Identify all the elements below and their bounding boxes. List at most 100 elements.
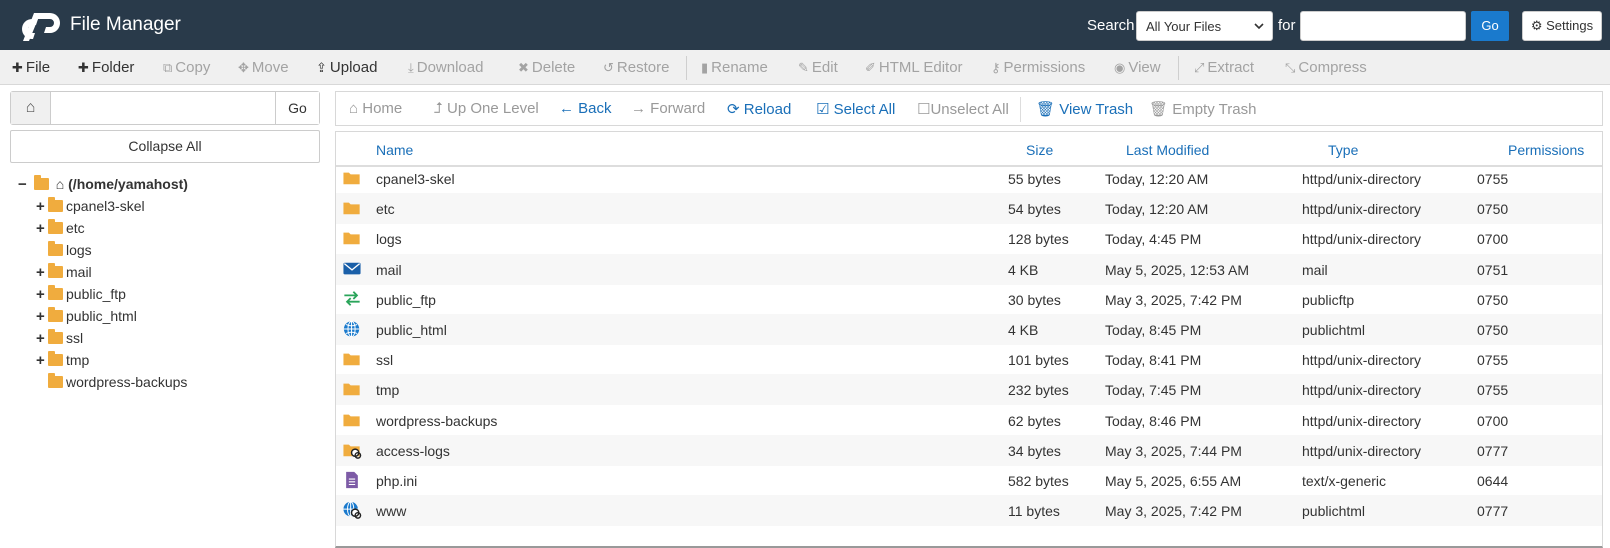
- copy-button[interactable]: ⧉ Copy: [163, 59, 210, 76]
- search-input[interactable]: [1300, 11, 1466, 41]
- nav-up-button[interactable]: ⮥ Up One Level: [434, 100, 539, 117]
- table-row[interactable]: mail 4 KB May 5, 2025, 12:53 AM mail 0751: [336, 253, 1602, 285]
- upload-button[interactable]: ⇪ Upload: [316, 59, 377, 76]
- table-row[interactable]: tmp 232 bytes Today, 7:45 PM httpd/unix-dir…: [336, 374, 1602, 406]
- tree-item[interactable]: wordpress-backups: [36, 372, 187, 392]
- table-row[interactable]: logs 128 bytes Today, 4:45 PM httpd/unix-di…: [336, 223, 1602, 254]
- file-name: mail: [376, 261, 402, 278]
- compress-button[interactable]: ⤡ Compress: [1285, 59, 1367, 76]
- tree-item[interactable]: logs: [36, 240, 92, 260]
- edit-square-icon: ✐: [865, 60, 876, 75]
- column-header-type[interactable]: Type: [1328, 142, 1358, 158]
- file-modified: May 5, 2025, 6:55 AM: [1105, 473, 1242, 489]
- table-row[interactable]: etc 54 bytes Today, 12:20 AM httpd/unix-dir…: [336, 193, 1602, 225]
- expand-toggle[interactable]: +: [36, 351, 48, 371]
- settings-button[interactable]: ⚙ Settings: [1522, 11, 1602, 41]
- edit-button[interactable]: ✎ Edit: [798, 59, 838, 76]
- tree-item-label: public_html: [66, 308, 137, 324]
- search-go-button[interactable]: Go: [1471, 11, 1509, 41]
- permissions-button[interactable]: ⚷ Permissions: [991, 59, 1085, 76]
- file-permissions: 0755: [1477, 171, 1509, 187]
- home-icon: ⌂: [349, 100, 359, 117]
- plus-icon: ✚: [12, 60, 23, 75]
- table-row[interactable]: ssl 101 bytes Today, 8:41 PM httpd/unix-dir…: [336, 344, 1602, 375]
- collapse-toggle[interactable]: −: [18, 175, 30, 195]
- app-title: File Manager: [70, 14, 181, 35]
- column-header-size[interactable]: Size: [1026, 142, 1053, 158]
- file-size: 54 bytes: [1008, 201, 1061, 218]
- file-name: ssl: [376, 352, 394, 369]
- column-header-modified[interactable]: Last Modified: [1126, 142, 1209, 158]
- file-type: httpd/unix-directory: [1302, 171, 1422, 187]
- table-row[interactable]: public_html 4 KB Today, 8:45 PM publichtml 0…: [336, 314, 1602, 345]
- select-all-button[interactable]: ☑ Select All: [816, 100, 895, 118]
- table-row[interactable]: access-logs 34 bytes May 3, 2025, 7:44 PM h…: [336, 434, 1602, 466]
- file-modified: May 3, 2025, 7:44 PM: [1105, 442, 1242, 459]
- column-header-permissions[interactable]: Permissions: [1508, 142, 1584, 158]
- new-folder-button[interactable]: ✚ Folder: [78, 59, 134, 76]
- home-icon: ⌂: [55, 176, 65, 192]
- empty-trash-button[interactable]: 🗑 Empty Trash: [1149, 100, 1256, 118]
- extract-button[interactable]: ⤢ Extract: [1194, 59, 1254, 76]
- path-go-button[interactable]: Go: [275, 92, 319, 124]
- expand-toggle[interactable]: +: [36, 219, 48, 239]
- html-editor-button[interactable]: ✐ HTML Editor: [865, 59, 963, 76]
- search-label: Search: [1087, 17, 1135, 34]
- nav-forward-button[interactable]: → Forward: [631, 100, 705, 117]
- table-row[interactable]: public_ftp 30 bytes May 3, 2025, 7:42 PM pu…: [336, 284, 1602, 315]
- tree-item[interactable]: + tmp: [36, 350, 89, 370]
- nav-home-button[interactable]: ⌂ Home: [349, 100, 402, 117]
- rename-button[interactable]: ▮ Rename: [701, 59, 768, 76]
- file-permissions: 0644: [1477, 473, 1509, 489]
- search-scope-select[interactable]: All Your Files: [1136, 11, 1273, 41]
- table-row[interactable]: php.ini 582 bytes May 5, 2025, 6:55 AM text…: [336, 465, 1602, 496]
- folder-icon: [343, 202, 360, 215]
- file-permissions: 0750: [1477, 201, 1509, 218]
- expand-toggle[interactable]: +: [36, 197, 48, 217]
- expand-toggle[interactable]: +: [36, 285, 48, 305]
- folder-open-icon: [33, 175, 49, 190]
- home-icon[interactable]: ⌂: [11, 92, 51, 124]
- tree-item[interactable]: + ssl: [36, 328, 83, 348]
- expand-toggle[interactable]: +: [36, 263, 48, 283]
- collapse-all-button[interactable]: Collapse All: [10, 130, 320, 163]
- tree-item[interactable]: + etc: [36, 218, 85, 238]
- tree-item[interactable]: + cpanel3-skel: [36, 196, 145, 216]
- delete-button[interactable]: ✖ Delete: [518, 59, 575, 76]
- envelope-icon: [343, 262, 361, 274]
- tree-item[interactable]: + public_html: [36, 306, 137, 326]
- gear-icon: ⚙: [1530, 18, 1543, 33]
- nav-back-button[interactable]: ← Back: [559, 100, 612, 117]
- new-file-button[interactable]: ✚ File: [12, 59, 50, 76]
- tree-item[interactable]: + mail: [36, 262, 92, 282]
- file-type: httpd/unix-directory: [1302, 352, 1422, 369]
- unselect-all-button[interactable]: ☐Unselect All: [917, 100, 1009, 118]
- plus-icon: ✚: [78, 60, 89, 75]
- file-permissions: 0777: [1477, 442, 1509, 459]
- download-button[interactable]: ⤓ Download: [408, 59, 483, 76]
- restore-button[interactable]: ↺ Restore: [603, 59, 669, 76]
- file-type: publichtml: [1302, 322, 1366, 338]
- cpanel-logo-icon[interactable]: [20, 9, 66, 41]
- table-row[interactable]: wordpress-backups 62 bytes Today, 8:46 PM h…: [336, 405, 1602, 436]
- file-type: publicftp: [1302, 291, 1355, 308]
- file-table: Name Size Last Modified Type Permissions…: [335, 131, 1603, 548]
- file-permissions: 0700: [1477, 231, 1509, 248]
- column-header-name[interactable]: Name: [376, 142, 413, 158]
- expand-toggle[interactable]: +: [36, 329, 48, 349]
- table-row[interactable]: www 11 bytes May 3, 2025, 7:42 PM publichtm…: [336, 495, 1602, 527]
- tree-item[interactable]: + public_ftp: [36, 284, 126, 304]
- view-button[interactable]: ◉ View: [1114, 59, 1161, 76]
- expand-toggle[interactable]: +: [36, 307, 48, 327]
- reload-button[interactable]: ⟳ Reload: [727, 100, 791, 118]
- file-permissions: 0700: [1477, 412, 1509, 429]
- view-trash-button[interactable]: 🗑 View Trash: [1036, 100, 1133, 118]
- file-type: text/x-generic: [1302, 473, 1387, 489]
- upload-icon: ⇪: [316, 60, 327, 75]
- tree-root[interactable]: − ⌂ (/home/yamahost): [18, 174, 188, 194]
- path-input[interactable]: [53, 92, 273, 124]
- table-row[interactable]: cpanel3-skel 55 bytes Today, 12:20 AM httpd…: [336, 163, 1602, 194]
- table-header: Name Size Last Modified Type Permissions: [336, 132, 1602, 167]
- file-size: 30 bytes: [1008, 291, 1061, 308]
- move-button[interactable]: ✥ Move: [238, 59, 289, 76]
